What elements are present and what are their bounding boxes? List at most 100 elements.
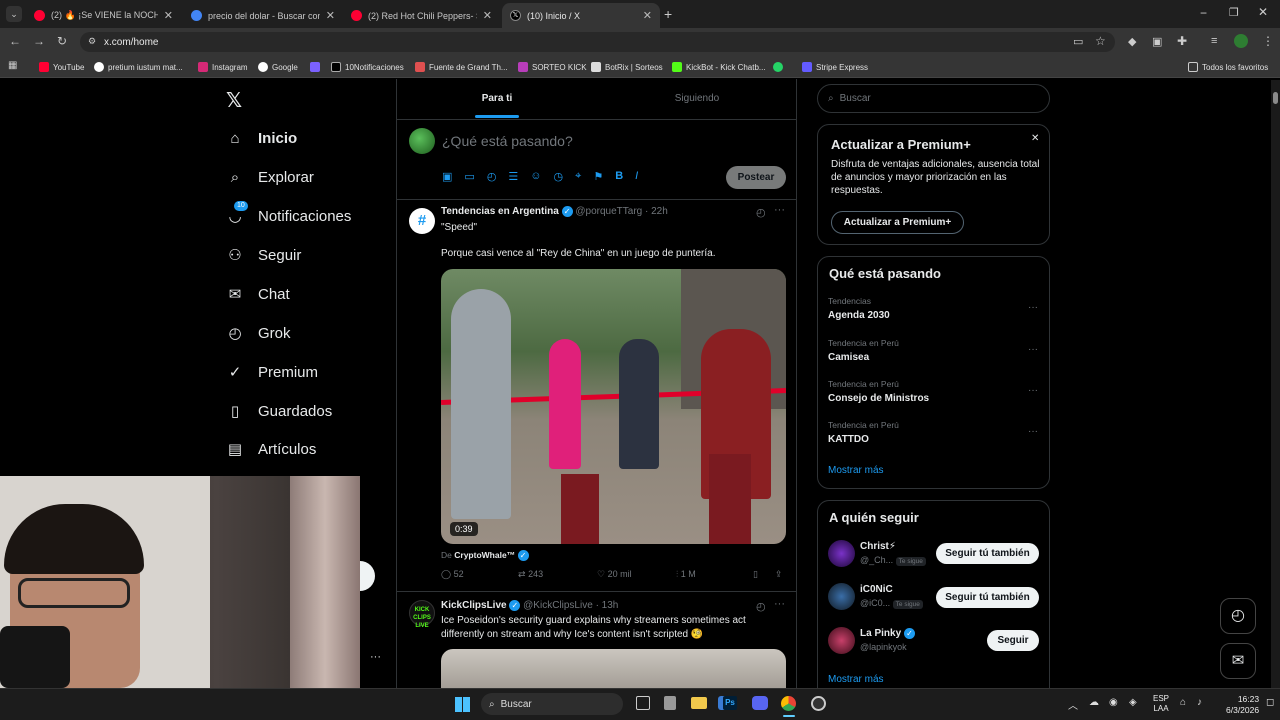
clock[interactable]: 16:23 6/3/2026 — [1226, 694, 1259, 716]
nav-notificaciones[interactable]: ◡ 10 Notificaciones — [226, 201, 351, 229]
back-icon[interactable]: ← — [9, 34, 21, 48]
bookmark-youtube[interactable]: YouTube — [39, 59, 84, 75]
forward-icon[interactable]: → — [33, 34, 45, 48]
tweet-handle[interactable]: @KickClipsLive — [523, 600, 593, 611]
like-button[interactable]: ♡ 20 mil — [597, 569, 632, 580]
obs-icon[interactable] — [811, 696, 826, 711]
cast-icon[interactable]: ▭ — [1073, 35, 1083, 48]
nav-chat[interactable]: ✉ Chat — [226, 281, 290, 307]
tray-icon[interactable]: ◉ — [1109, 697, 1118, 708]
tweet-media[interactable] — [441, 649, 786, 688]
tab-para-ti[interactable]: Para ti — [397, 79, 597, 119]
trend-item[interactable]: Tendencia en Perú KATTDO ··· — [828, 420, 1038, 445]
x-logo-icon[interactable]: 𝕏 — [226, 88, 242, 113]
nav-explorar[interactable]: ⌕ Explorar — [226, 164, 314, 190]
grok-fab-button[interactable]: ◴ — [1220, 598, 1256, 634]
more-icon[interactable]: ··· — [1028, 426, 1038, 437]
bookmark-kickbot[interactable]: KickBot - Kick Chatb... — [672, 59, 766, 75]
bookmark-instagram[interactable]: Instagram — [198, 59, 248, 75]
photoshop-icon[interactable]: Ps — [723, 696, 737, 710]
close-icon[interactable]: ✕ — [164, 9, 173, 22]
menu-kebab-icon[interactable]: ⋮ — [1262, 34, 1274, 48]
tray-chevron-icon[interactable]: ︿ — [1068, 697, 1078, 712]
extension-icon[interactable]: ▣ — [1152, 35, 1162, 48]
bookmark-stripe[interactable]: Stripe Express — [802, 59, 868, 75]
follow-name[interactable]: La Pinky — [860, 628, 901, 639]
bold-icon[interactable]: B — [615, 170, 623, 183]
compose-input[interactable]: ¿Qué está pasando? — [442, 133, 573, 149]
bookmark-star-icon[interactable]: ☆ — [1095, 34, 1106, 48]
grok-icon[interactable]: ◴ — [487, 170, 497, 183]
bookmark-colorful[interactable] — [310, 59, 320, 75]
tweet-time[interactable]: · 13h — [596, 600, 619, 611]
grok-icon[interactable]: ◴ — [756, 206, 766, 219]
close-icon[interactable]: ✕ — [1031, 133, 1039, 144]
tweet-video[interactable]: 0:39 — [441, 269, 786, 544]
tweet-author[interactable]: Tendencias en Argentina — [441, 206, 559, 217]
schedule-icon[interactable]: ◷ — [554, 170, 564, 183]
app-icon[interactable] — [664, 696, 676, 710]
tweet-avatar[interactable]: # — [409, 208, 435, 234]
chrome-icon[interactable] — [781, 696, 796, 711]
tab-3[interactable]: (2) Red Hot Chili Peppers- Scar ✕ — [343, 3, 500, 28]
apps-grid-icon[interactable]: ▦ — [8, 60, 17, 71]
emoji-icon[interactable]: ☺ — [530, 170, 541, 183]
bookmark-fuente-gta[interactable]: Fuente de Grand Th... — [415, 59, 508, 75]
nav-guardados[interactable]: ▯ Guardados — [226, 398, 332, 424]
follow-suggestion[interactable]: iC0NiC @iC0... Te sigue Seguir tú tambié… — [828, 581, 1040, 615]
taskbar-search[interactable]: ⌕ Buscar — [481, 693, 623, 715]
tab-2[interactable]: precio del dolar - Buscar con G ✕ — [183, 3, 343, 28]
nav-seguir[interactable]: ⚇ Seguir — [226, 242, 301, 268]
nav-inicio[interactable]: ⌂ Inicio — [226, 125, 297, 151]
tweet-handle[interactable]: @porqueTTarg — [575, 206, 642, 217]
poll-icon[interactable]: ☰ — [508, 170, 518, 183]
reload-icon[interactable]: ↻ — [57, 34, 67, 48]
windows-start-icon[interactable] — [455, 697, 470, 712]
tab-search-button[interactable]: ⌄ — [6, 6, 22, 22]
bookmark-sorteo-kick[interactable]: SORTEO KICK — [518, 59, 587, 75]
nav-premium[interactable]: ✓ Premium — [226, 359, 318, 385]
follow-back-button[interactable]: Seguir tú también — [936, 587, 1039, 608]
file-explorer-icon[interactable] — [691, 697, 707, 709]
premium-button[interactable]: Actualizar a Premium+ — [831, 211, 964, 234]
more-icon[interactable]: ··· — [774, 598, 785, 610]
avatar[interactable] — [828, 583, 855, 610]
tweet-time[interactable]: · 22h — [645, 206, 668, 217]
reply-button[interactable]: ◯ 52 — [441, 569, 464, 580]
location-icon[interactable]: ⌖ — [575, 170, 581, 183]
share-icon[interactable]: ⇪ — [775, 569, 783, 580]
network-icon[interactable]: ⌂ — [1180, 697, 1186, 708]
follow-back-button[interactable]: Seguir tú también — [936, 543, 1039, 564]
more-icon[interactable]: ··· — [1028, 344, 1038, 355]
bookmark-whatsapp[interactable] — [773, 59, 783, 75]
input-language[interactable]: ESP LAA — [1153, 694, 1169, 714]
more-icon[interactable]: ··· — [1028, 302, 1038, 313]
notifications-icon[interactable]: ◻ — [1266, 697, 1274, 708]
show-more-link[interactable]: Mostrar más — [828, 674, 884, 685]
source-name[interactable]: CryptoWhale™ — [454, 550, 515, 560]
nav-articulos[interactable]: ▤ Artículos — [226, 436, 316, 462]
reading-list-icon[interactable]: ≡ — [1211, 35, 1217, 47]
url-field[interactable]: x.com/home — [80, 32, 1115, 52]
close-icon[interactable]: ✕ — [326, 9, 335, 22]
close-window-button[interactable]: ✕ — [1258, 5, 1268, 19]
tab-1[interactable]: (2) 🔥 ¡Se VIENE la NOCHE DO ✕ — [26, 3, 181, 28]
extensions-puzzle-icon[interactable]: ✚ — [1177, 34, 1187, 48]
bookmark-google[interactable]: Google — [258, 59, 298, 75]
gif-icon[interactable]: ▭ — [464, 170, 474, 183]
bookmark-botrix[interactable]: BotRix | Sorteos — [591, 59, 663, 75]
tab-4[interactable]: 𝕏 (10) Inicio / X ✕ — [502, 3, 660, 28]
volume-icon[interactable]: ♪ — [1197, 697, 1202, 708]
minimize-button[interactable]: − — [1200, 6, 1207, 20]
post-button[interactable]: Postear — [726, 166, 786, 189]
italic-icon[interactable]: I — [635, 170, 638, 183]
avatar[interactable] — [828, 627, 855, 654]
follow-button[interactable]: Seguir — [987, 630, 1039, 651]
messages-fab-button[interactable]: ✉ — [1220, 643, 1256, 679]
trend-item[interactable]: Tendencia en Perú Camisea ··· — [828, 338, 1038, 363]
tab-siguiendo[interactable]: Siguiendo — [597, 79, 796, 119]
tweet-avatar[interactable]: KICK CLIPS LIVE — [409, 600, 435, 629]
follow-name[interactable]: iC0NiC — [860, 584, 893, 595]
views-button[interactable]: ⫶ 1 M — [676, 569, 696, 580]
trend-item[interactable]: Tendencias Agenda 2030 ··· — [828, 296, 1038, 321]
